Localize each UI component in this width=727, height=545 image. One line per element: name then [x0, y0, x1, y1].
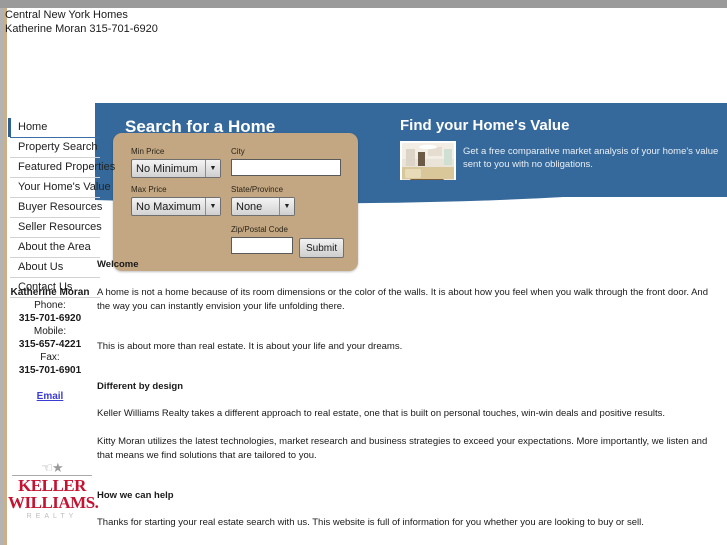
city-label: City	[231, 147, 245, 156]
welcome-heading: Welcome	[97, 259, 139, 270]
home-interior-photo	[400, 141, 456, 191]
min-price-value: No Minimum	[136, 162, 198, 175]
sidebar-navigation: Home Property Search Featured Properties…	[8, 118, 115, 298]
agent-contact-block: Katherine Moran Phone: 315-701-6920 Mobi…	[0, 286, 100, 403]
agent-name: Katherine Moran	[10, 287, 90, 298]
different-by-design-heading: Different by design	[97, 381, 184, 392]
mobile-number: 315-657-4221	[18, 339, 82, 350]
help-paragraph: Thanks for starting your real estate sea…	[97, 517, 644, 528]
chevron-down-icon[interactable]: ▼	[279, 198, 294, 215]
intro-paragraph-2: This is about more than real estate. It …	[97, 341, 403, 352]
max-price-value: No Maximum	[136, 200, 201, 213]
state-label: State/Province	[231, 185, 284, 194]
sidebar-item-about-us[interactable]: About Us	[10, 258, 100, 278]
phone-number: 315-701-6920	[18, 313, 82, 324]
home-value-description: Get a free comparative market analysis o…	[463, 146, 719, 170]
logo-keller-text: KELLER	[18, 476, 86, 495]
design-paragraph-2: Kitty Moran utilizes the latest technolo…	[97, 436, 708, 461]
email-link-wrap: Email	[0, 390, 100, 403]
min-price-label: Min Price	[131, 147, 165, 156]
main-content: Welcome A home is not a home because of …	[97, 258, 717, 544]
min-price-select[interactable]: No Minimum ▼	[131, 159, 221, 178]
sidebar-item-your-homes-value[interactable]: Your Home's Value	[10, 178, 111, 198]
living-room-image	[402, 143, 454, 189]
logo-realty-text: REALTY	[26, 513, 78, 520]
submit-button[interactable]: Submit	[299, 238, 344, 258]
sidebar-item-about-the-area[interactable]: About the Area	[10, 238, 100, 258]
zip-input[interactable]	[231, 237, 293, 254]
max-price-select[interactable]: No Maximum ▼	[131, 197, 221, 216]
fax-number: 315-701-6901	[18, 365, 82, 376]
sidebar-item-home[interactable]: Home	[8, 118, 100, 138]
site-header: Central New York Homes Katherine Moran 3…	[5, 8, 505, 36]
fax-label: Fax:	[40, 352, 60, 363]
site-title: Central New York Homes	[5, 9, 128, 21]
chevron-down-icon[interactable]: ▼	[205, 198, 220, 215]
keller-williams-logo: ☜★ KELLER WILLIAMS. REALTY	[8, 460, 99, 522]
sidebar-item-featured-properties[interactable]: Featured Properties	[10, 158, 115, 178]
intro-paragraph-1: A home is not a home because of its room…	[97, 287, 708, 312]
how-we-can-help-heading: How we can help	[97, 490, 174, 501]
design-paragraph-1: Keller Williams Realty takes a different…	[97, 408, 666, 419]
city-input[interactable]	[231, 159, 341, 176]
zip-label: Zip/Postal Code	[231, 225, 288, 234]
max-price-label: Max Price	[131, 185, 167, 194]
email-link[interactable]: Email	[37, 391, 64, 402]
home-value-title: Find your Home's Value	[400, 117, 570, 134]
phone-label: Phone:	[34, 300, 66, 311]
top-gray-bar	[0, 0, 727, 8]
sidebar-item-property-search[interactable]: Property Search	[10, 138, 100, 158]
logo-williams-text: WILLIAMS.	[8, 493, 99, 512]
agent-header-line: Katherine Moran 315-701-6920	[5, 23, 158, 35]
sidebar-item-buyer-resources[interactable]: Buyer Resources	[10, 198, 102, 218]
state-select[interactable]: None ▼	[231, 197, 295, 216]
state-value: None	[236, 200, 263, 213]
sidebar-item-seller-resources[interactable]: Seller Resources	[10, 218, 102, 238]
kw-figure-icon: ☜★	[41, 460, 63, 475]
chevron-down-icon[interactable]: ▼	[205, 160, 220, 177]
mobile-label: Mobile:	[33, 326, 67, 337]
